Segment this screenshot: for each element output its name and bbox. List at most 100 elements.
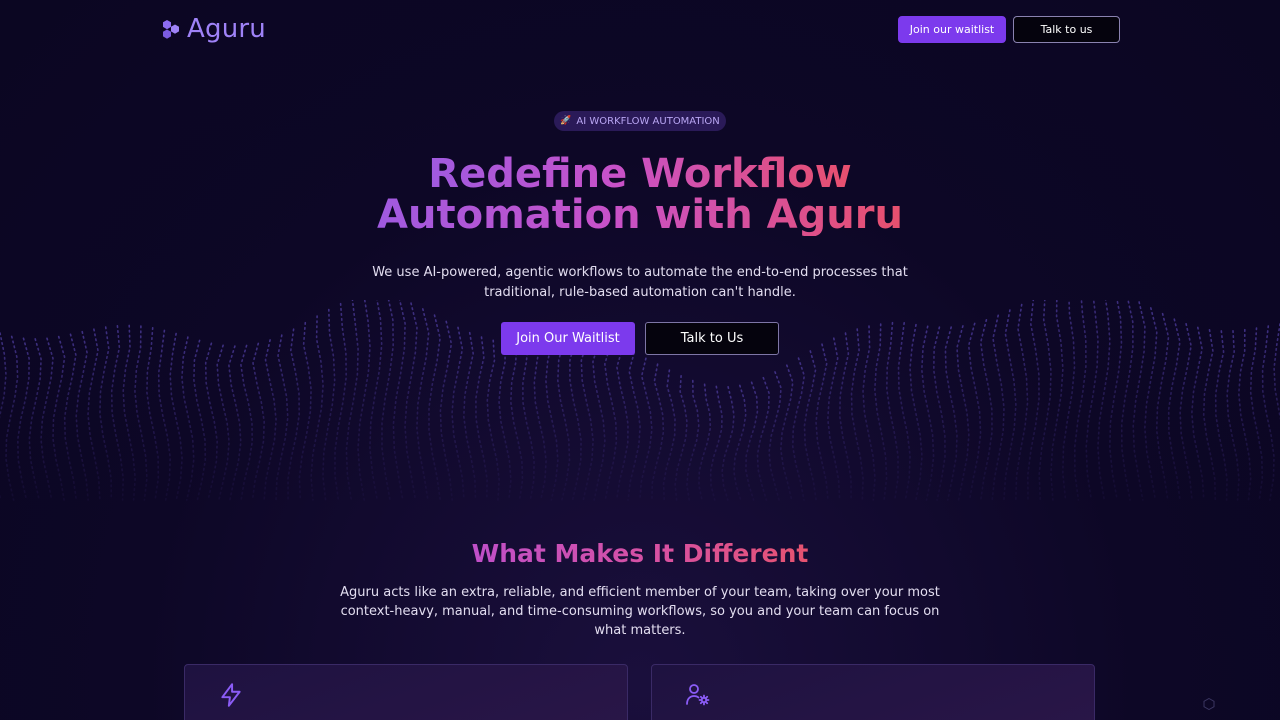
wave-strand [698,383,712,501]
wave-strand [1167,318,1181,501]
talk-to-us-button[interactable]: Talk to us [1013,16,1120,43]
wave-strand [885,321,899,501]
wave-strand [134,325,148,501]
wave-strand [920,325,935,501]
wave-strand [63,333,78,501]
wave-strand [1179,323,1193,501]
wave-strand [122,324,137,501]
wave-strand [392,300,406,501]
wave-strand [569,339,582,501]
wave-strand [1085,300,1099,501]
wave-strand [475,336,488,501]
brand-logo[interactable]: Aguru [159,14,266,44]
wave-strand [240,344,254,501]
wave-strand [298,321,312,501]
wave-strand [486,339,501,501]
wave-strand [451,326,465,501]
wave-strand [873,323,888,501]
hero-title-line-2: Automation with Aguru [377,192,903,238]
wave-strand [16,337,30,501]
wave-strand [157,329,172,501]
wave-strand [815,343,829,501]
wave-strand [28,338,42,501]
wave-strand [979,319,993,501]
wave-strand [52,335,66,501]
wave-strand [40,337,54,501]
wave-strand [428,314,441,501]
landing-page: Aguru Join our waitlist Talk to us 🚀 AI … [0,0,1280,720]
wave-strand [1226,330,1240,501]
wave-strand [1026,300,1040,501]
user-settings-icon [686,684,710,706]
wave-strand [369,300,383,501]
wave-strand [826,337,841,501]
wave-strand [357,300,371,501]
wave-strand [556,339,571,501]
wave-strand [251,342,266,501]
wave-strand [991,314,1005,501]
wave-strand [1050,300,1064,501]
wave-strand [416,308,430,501]
hero-title: Redefine Workflow Automation with Aguru [0,154,1280,236]
wave-strand [522,342,535,501]
feature-card [184,664,628,720]
wave-strand [803,350,817,501]
wave-strand [756,376,770,501]
wave-strand [603,343,618,501]
wave-strand [592,341,606,501]
wave-strand [662,369,676,501]
wave-strand [721,386,735,501]
feature-card [651,664,1095,720]
wave-strand [381,300,395,501]
wave-strand [193,339,207,501]
wave-strand [1132,301,1146,501]
wave-strand [651,363,665,501]
wave-strand [334,302,348,501]
wave-strand [275,334,289,501]
wave-strand [838,332,852,501]
rocket-icon: 🚀 [560,116,572,126]
wave-strand [1038,300,1052,501]
wave-strand [533,341,547,501]
wave-strand [545,340,559,501]
wave-strand [509,342,524,501]
wave-strand [1155,312,1170,501]
hexagon-icon [1203,698,1215,710]
wave-strand [944,326,958,501]
wave-strand [322,308,336,501]
badge-text: AI WORKFLOW AUTOMATION [576,115,720,127]
wave-strand [87,328,101,501]
wave-strand [791,357,806,501]
wave-strand [1237,328,1252,501]
wave-strand [956,325,970,501]
hexagon-cluster-icon [163,20,179,39]
corner-watermark [1203,698,1215,710]
join-waitlist-button[interactable]: Join our waitlist [898,16,1006,43]
brand-name: Aguru [187,14,266,44]
wave-strand [1061,300,1076,501]
wave-strand [228,345,242,501]
wave-strand [686,379,700,501]
wave-strand [99,326,113,501]
wave-strand [967,322,982,501]
wave-strand [779,364,794,501]
wave-strand [1015,303,1029,501]
wave-strand [462,331,477,501]
wave-strand [932,326,946,501]
site-header: Aguru Join our waitlist Talk to us [0,0,1280,58]
wave-strand [745,381,759,501]
wave-strand [404,302,418,501]
wave-strand [310,315,324,501]
wave-strand [1202,329,1217,501]
wave-strand [1261,325,1275,501]
wave-strand [909,323,923,501]
join-our-waitlist-button[interactable]: Join Our Waitlist [501,322,635,355]
talk-to-us-hero-button[interactable]: Talk to Us [645,322,779,355]
hero-badge: 🚀 AI WORKFLOW AUTOMATION [554,111,726,131]
wave-strand [897,322,911,501]
section-description: Aguru acts like an extra, reliable, and … [340,585,940,638]
section-title: What Makes It Different [0,539,1280,568]
wave-strand [0,332,7,501]
wave-strand [263,339,277,501]
wave-strand [1073,300,1087,501]
